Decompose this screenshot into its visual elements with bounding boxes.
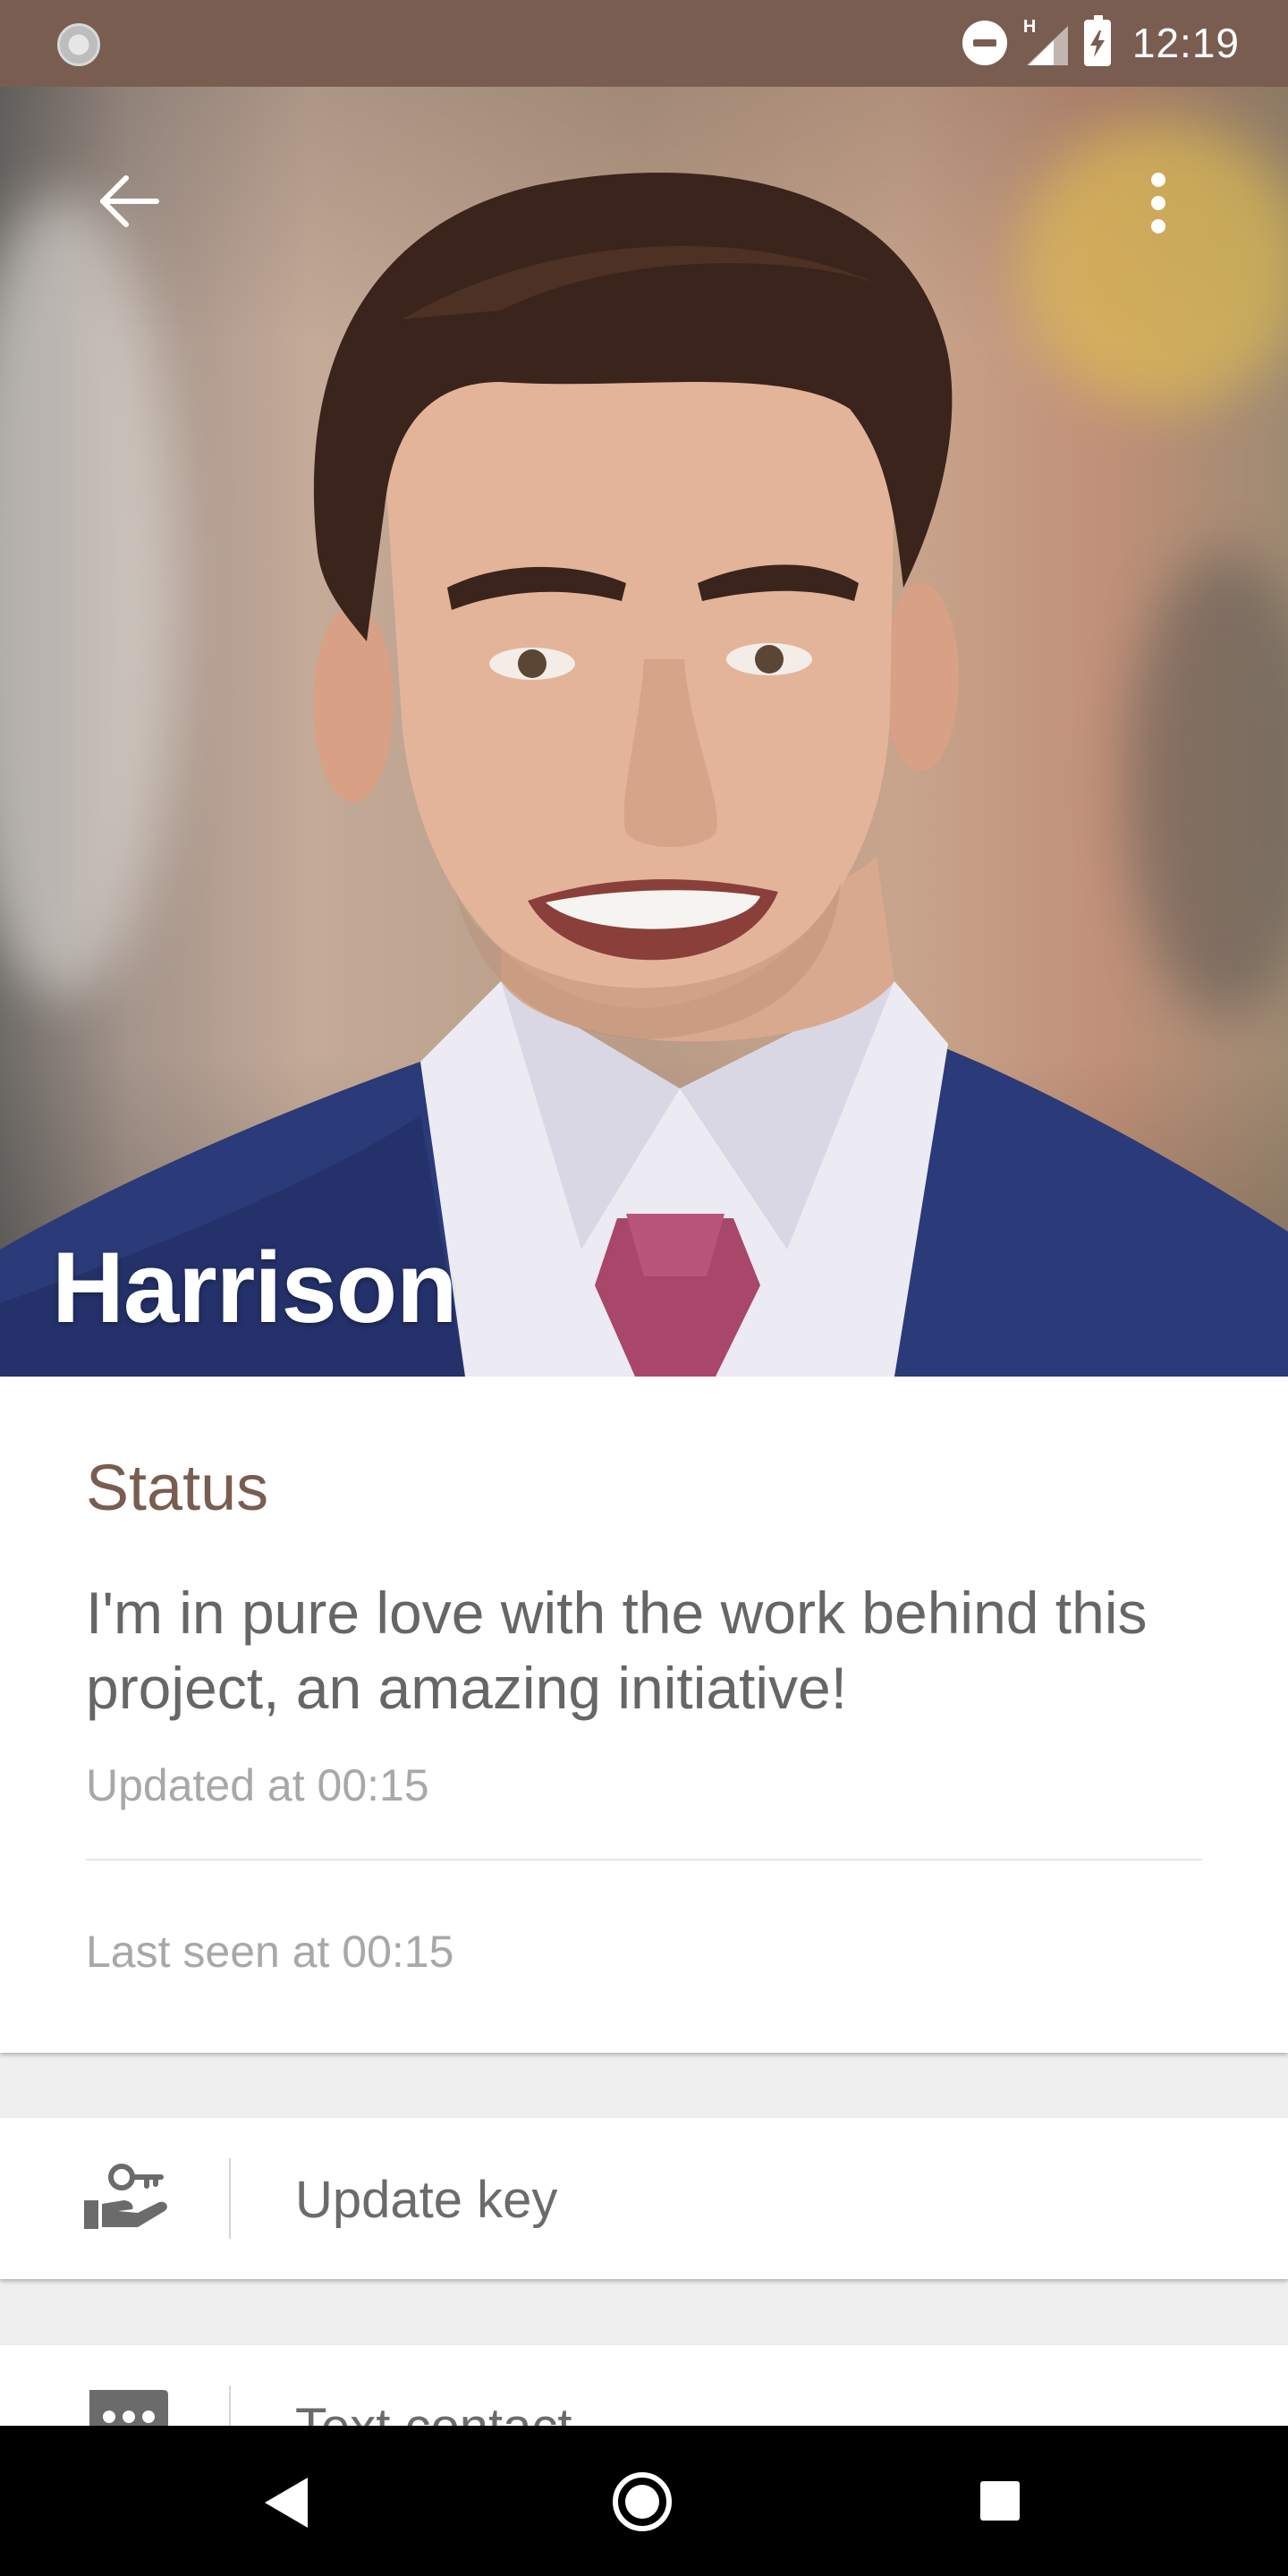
- signal-icon: H: [1023, 17, 1068, 65]
- navigation-bar: [0, 2426, 1288, 2576]
- nav-home-icon[interactable]: [613, 2472, 672, 2531]
- last-seen-time: Last seen at 00:15: [86, 1927, 454, 1977]
- update-key-row[interactable]: Update key: [0, 2118, 1288, 2279]
- back-button[interactable]: [86, 158, 172, 244]
- status-heading: Status: [86, 1453, 269, 1524]
- portrait-illustration: [0, 172, 1288, 1377]
- status-message: I'm in pure love with the work behind th…: [86, 1580, 1148, 1721]
- do-not-disturb-icon: [962, 21, 1007, 65]
- overflow-menu-button[interactable]: [1127, 160, 1190, 246]
- clock: 12:19: [1131, 20, 1240, 66]
- status-card: Status I'm in pure love with the work be…: [0, 1377, 1288, 2053]
- profile-photo: Harrison: [0, 87, 1288, 1377]
- app-notification-icon: [57, 23, 100, 66]
- status-bar: H 12:19: [0, 0, 1288, 87]
- battery-charging-icon: [1083, 15, 1111, 66]
- arrow-left-icon: [100, 175, 159, 227]
- nav-recents-icon[interactable]: [980, 2481, 1020, 2521]
- more-vert-icon-dot: [1151, 196, 1165, 210]
- contact-name: Harrison: [52, 1232, 458, 1343]
- status-bar-right: H 12:19: [962, 15, 1240, 70]
- row-separator: [229, 2158, 231, 2239]
- more-vert-icon-dot: [1151, 219, 1165, 233]
- key-in-hand-icon: [84, 2164, 167, 2229]
- status-updated-time: Updated at 00:15: [86, 1760, 429, 1810]
- divider: [86, 1859, 1202, 1860]
- nav-back-icon[interactable]: [265, 2478, 311, 2528]
- update-key-label: Update key: [295, 2171, 558, 2229]
- more-vert-icon: [1151, 173, 1165, 187]
